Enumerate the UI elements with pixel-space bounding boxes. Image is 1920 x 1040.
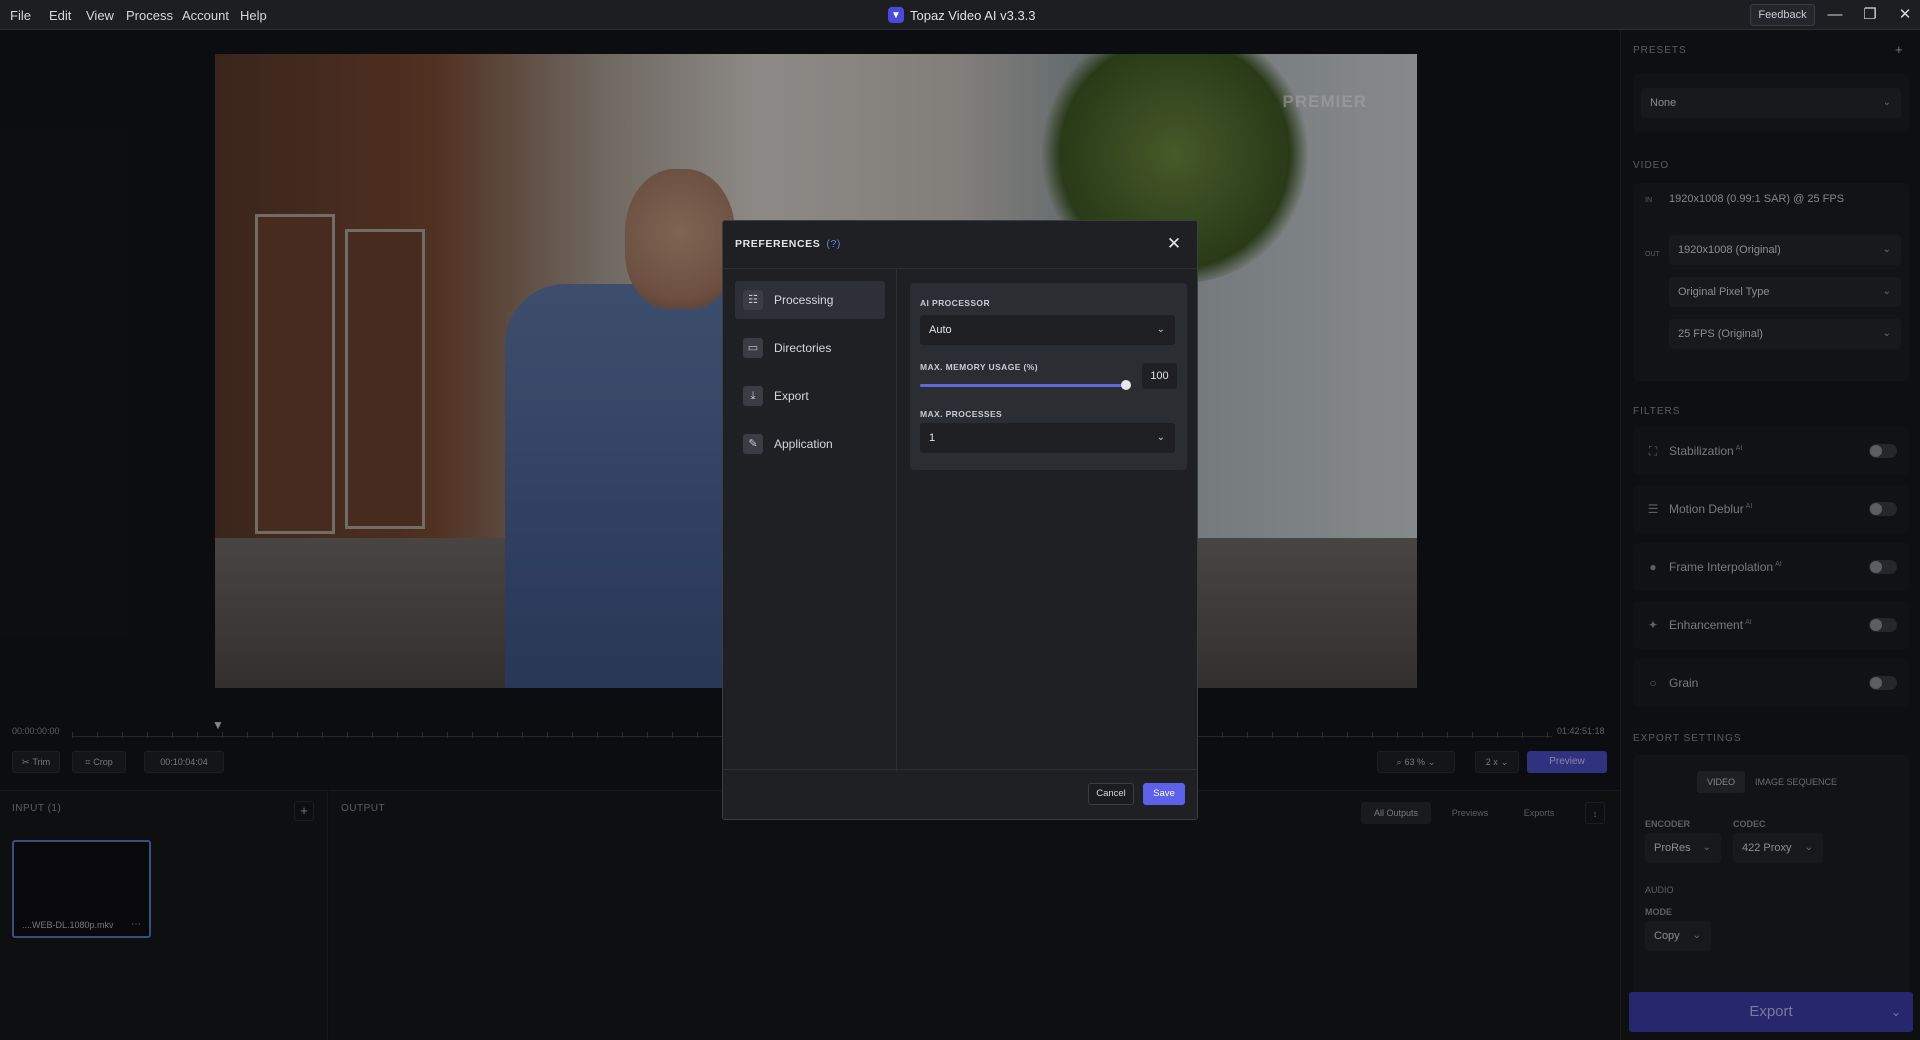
nav-label: Directories <box>774 341 832 355</box>
sliders-icon: ☷ <box>743 290 763 310</box>
nav-export[interactable]: ⤓ Export <box>735 377 885 415</box>
menu-file[interactable]: File <box>10 8 31 23</box>
app-title-text: Topaz Video AI v3.3.3 <box>910 7 1036 23</box>
close-window-icon[interactable]: ✕ <box>1893 4 1917 26</box>
dialog-title: PREFERENCES (?) <box>735 238 841 250</box>
dialog-footer: Cancel Save <box>723 769 1197 819</box>
slider-fill <box>920 384 1126 387</box>
minimize-icon[interactable]: — <box>1823 4 1847 26</box>
menu-edit[interactable]: Edit <box>49 8 71 23</box>
nav-label: Application <box>774 437 833 451</box>
chevron-down-icon: ⌄ <box>1156 432 1165 443</box>
chevron-down-icon: ⌄ <box>1156 324 1165 335</box>
menu-help[interactable]: Help <box>240 8 267 23</box>
menu-process[interactable]: Process <box>126 8 173 23</box>
topaz-logo-icon: ▼ <box>888 7 904 23</box>
cancel-button[interactable]: Cancel <box>1088 783 1134 805</box>
ai-processor-select[interactable]: Auto ⌄ <box>920 315 1175 345</box>
menu-view[interactable]: View <box>86 8 114 23</box>
folder-icon: ▭ <box>743 338 763 358</box>
application-icon: ✎ <box>743 434 763 454</box>
dialog-title-text: PREFERENCES <box>735 238 821 250</box>
menu-account[interactable]: Account <box>182 8 229 23</box>
processing-settings: AI PROCESSOR Auto ⌄ MAX. MEMORY USAGE (%… <box>910 283 1187 470</box>
nav-label: Export <box>774 389 809 403</box>
nav-label: Processing <box>774 293 834 307</box>
nav-directories[interactable]: ▭ Directories <box>735 329 885 367</box>
dialog-header: PREFERENCES (?) ✕ <box>723 221 1197 269</box>
preferences-dialog: PREFERENCES (?) ✕ ☷ Processing ▭ Director… <box>722 220 1198 820</box>
slider-thumb[interactable] <box>1121 380 1131 390</box>
feedback-button[interactable]: Feedback <box>1750 4 1815 26</box>
max-processes-select[interactable]: 1 ⌄ <box>920 423 1175 453</box>
help-link[interactable]: (?) <box>826 238 841 250</box>
ai-processor-label: AI PROCESSOR <box>920 298 990 308</box>
memory-usage-slider[interactable] <box>920 380 1131 390</box>
nav-application[interactable]: ✎ Application <box>735 425 885 463</box>
download-icon: ⤓ <box>743 386 763 406</box>
max-processes-value: 1 <box>929 432 936 444</box>
preferences-nav: ☷ Processing ▭ Directories ⤓ Export ✎ Ap… <box>723 269 897 771</box>
memory-usage-input[interactable]: 100 <box>1142 363 1177 389</box>
close-icon[interactable]: ✕ <box>1163 233 1185 255</box>
restore-icon[interactable]: ❐ <box>1858 4 1882 26</box>
nav-processing[interactable]: ☷ Processing <box>735 281 885 319</box>
menu-bar: File Edit View Process Account Help ▼ To… <box>0 0 1920 30</box>
app-title: ▼ Topaz Video AI v3.3.3 <box>888 7 1036 23</box>
memory-usage-label: MAX. MEMORY USAGE (%) <box>920 362 1038 372</box>
ai-processor-value: Auto <box>929 324 952 336</box>
max-processes-label: MAX. PROCESSES <box>920 409 1003 419</box>
save-button[interactable]: Save <box>1143 783 1185 805</box>
